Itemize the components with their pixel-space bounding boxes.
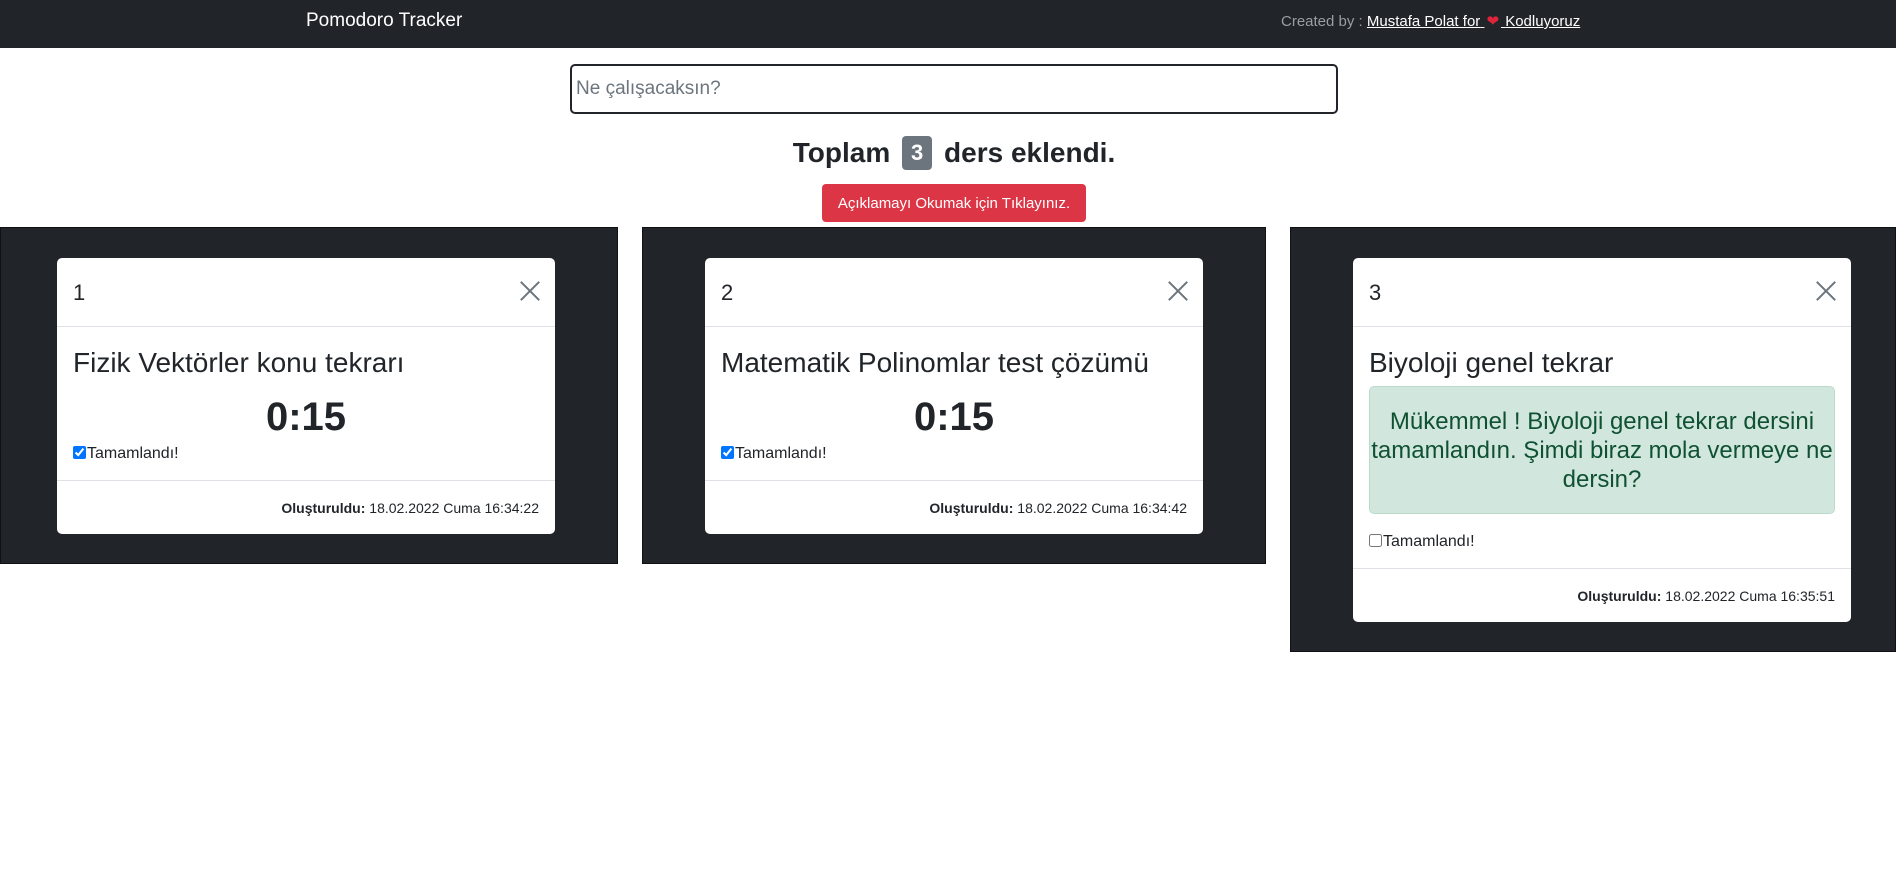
created-value: 18.02.2022 Cuma 16:34:22 (369, 500, 539, 516)
created-timestamp: Oluşturuldu: 18.02.2022 Cuma 16:34:42 (929, 499, 1187, 517)
completed-label: Tamamlandı! (735, 445, 827, 462)
card-footer: Oluşturuldu: 18.02.2022 Cuma 16:35:51 (1353, 568, 1851, 622)
created-timestamp: Oluşturuldu: 18.02.2022 Cuma 16:35:51 (1577, 587, 1835, 605)
card-number: 2 (721, 280, 734, 305)
lesson-title: Fizik Vektörler konu tekrarı (73, 347, 405, 378)
completed-checkbox[interactable] (721, 446, 734, 460)
countdown-timer: 0:15 (913, 395, 995, 439)
card-header: 2 (705, 258, 1203, 327)
card-footer: Oluşturuldu: 18.02.2022 Cuma 16:34:22 (57, 480, 555, 534)
card-number: 1 (73, 280, 86, 305)
lesson-count-badge: 3 (902, 135, 933, 170)
lesson-count-summary: Toplam 3 ders eklendi. (0, 134, 1896, 172)
completed-checkbox[interactable] (1369, 534, 1382, 548)
author-link-text: Mustafa Polat for (1366, 13, 1481, 30)
app-brand[interactable]: Pomodoro Tracker (306, 10, 462, 32)
card-header: 3 (1353, 258, 1851, 327)
completed-toggle[interactable]: Tamamlandı! (721, 444, 827, 464)
card-footer: Oluşturuldu: 18.02.2022 Cuma 16:34:42 (705, 480, 1203, 534)
created-label: Oluşturuldu: (929, 500, 1014, 516)
author-credit: Created by : Mustafa Polat for ❤ Kodluyo… (1281, 12, 1580, 30)
created-label: Oluşturuldu: (1577, 588, 1662, 604)
created-label: Oluşturuldu: (281, 500, 366, 516)
lesson-title: Matematik Polinomlar test çözümü (721, 347, 1149, 378)
summary-prefix: Toplam (792, 137, 891, 168)
completion-message: Mükemmel ! Biyoloji genel tekrar dersini… (1369, 386, 1835, 514)
navbar: Pomodoro Tracker Created by : Mustafa Po… (0, 0, 1896, 48)
author-link[interactable]: Mustafa Polat for ❤ Kodluyoruz (1367, 13, 1580, 30)
close-icon[interactable] (519, 280, 541, 302)
lesson-title: Biyoloji genel tekrar (1369, 347, 1614, 378)
close-icon[interactable] (1167, 280, 1189, 302)
lesson-panel: 2 Matematik Polinomlar test çözümü 0:15 … (642, 227, 1266, 564)
created-value: 18.02.2022 Cuma 16:35:51 (1665, 588, 1835, 604)
completed-toggle[interactable]: Tamamlandı! (73, 444, 179, 464)
lesson-panel: 1 Fizik Vektörler konu tekrarı 0:15 Tama… (0, 227, 618, 564)
card-header: 1 (57, 258, 555, 327)
completed-toggle[interactable]: Tamamlandı! (1369, 532, 1475, 552)
lesson-card: 1 Fizik Vektörler konu tekrarı 0:15 Tama… (57, 258, 555, 534)
completed-label: Tamamlandı! (1383, 533, 1475, 550)
close-icon[interactable] (1815, 280, 1837, 302)
credit-prefix: Created by : (1281, 13, 1363, 30)
countdown-timer: 0:15 (265, 395, 347, 439)
created-value: 18.02.2022 Cuma 16:34:42 (1017, 500, 1187, 516)
heart-icon: ❤ (1486, 13, 1500, 30)
completed-checkbox[interactable] (73, 446, 86, 460)
completed-label: Tamamlandı! (87, 445, 179, 462)
card-number: 3 (1369, 280, 1382, 305)
lesson-input[interactable] (570, 64, 1338, 114)
org-link-text: Kodluyoruz (1505, 13, 1581, 30)
lesson-panel: 3 Biyoloji genel tekrar Mükemmel ! Biyol… (1290, 227, 1896, 652)
lesson-card: 3 Biyoloji genel tekrar Mükemmel ! Biyol… (1353, 258, 1851, 622)
lesson-card: 2 Matematik Polinomlar test çözümü 0:15 … (705, 258, 1203, 534)
read-description-button[interactable]: Açıklamayı Okumak için Tıklayınız. (822, 184, 1086, 222)
summary-suffix: ders eklendi. (944, 137, 1116, 168)
created-timestamp: Oluşturuldu: 18.02.2022 Cuma 16:34:22 (281, 499, 539, 517)
